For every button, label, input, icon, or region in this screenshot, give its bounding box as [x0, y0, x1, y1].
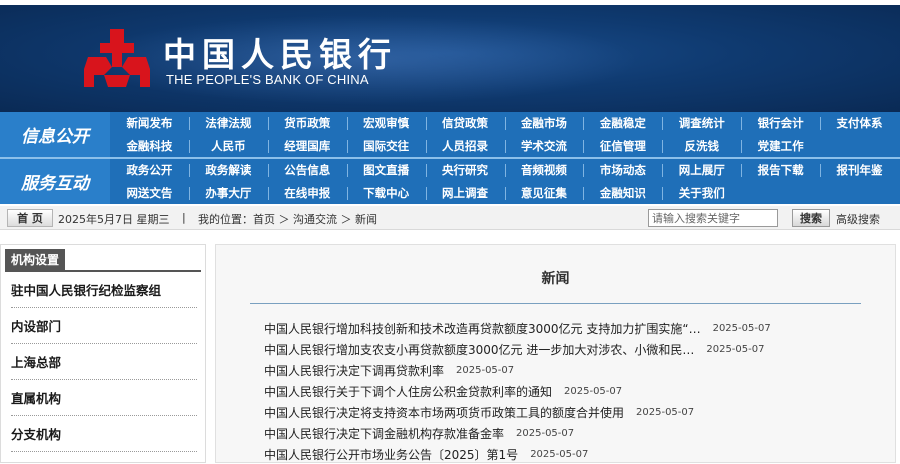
news-date: 2025-05-07 — [516, 427, 575, 439]
current-date: 2025年5月7日 星期三 — [58, 213, 170, 226]
nav-link[interactable]: 音频视频 — [504, 159, 584, 181]
site-title-en[interactable]: THE PEOPLE'S BANK OF CHINA — [166, 72, 369, 87]
news-title-link[interactable]: 中国人民银行决定下调再贷款利率 — [264, 362, 444, 379]
news-list-item: 中国人民银行公开市场业务公告〔2025〕第1号 2025-05-07 — [264, 444, 588, 464]
pboc-emblem-icon — [84, 29, 150, 87]
main-navigation: 信息公开 服务互动 新闻发布 法律法规 货币政策 宏观审慎 信贷政策 金融市场 金融稳定 调查… — [0, 112, 900, 204]
breadcrumb-separator: | — [182, 211, 186, 224]
nav-link[interactable]: 党建工作 — [741, 135, 820, 157]
nav-link[interactable]: 报告下载 — [741, 159, 820, 181]
nav-link[interactable]: 金融稳定 — [583, 112, 662, 134]
nav-link[interactable]: 政务解读 — [188, 159, 268, 181]
nav-link[interactable]: 新闻发布 — [110, 112, 189, 134]
sidebar-item-branches[interactable]: 分支机构 — [11, 416, 197, 452]
home-button[interactable]: 首 页 — [7, 209, 53, 227]
news-date: 2025-05-07 — [564, 385, 623, 397]
news-title-link[interactable]: 中国人民银行公开市场业务公告〔2025〕第1号 — [264, 446, 518, 463]
nav-block-info-disclosure: 信息公开 — [0, 112, 110, 157]
news-date: 2025-05-07 — [530, 448, 589, 460]
nav-link[interactable]: 央行研究 — [425, 159, 505, 181]
news-panel-title: 新闻 — [541, 271, 570, 287]
search-button[interactable]: 搜索 — [792, 209, 830, 227]
news-date: 2025-05-07 — [712, 322, 771, 334]
nav-block-service-interaction: 服务互动 — [0, 159, 110, 204]
nav-link[interactable]: 人民币 — [188, 135, 268, 157]
breadcrumb-bar: 首 页 2025年5月7日 星期三 | 我的位置：首页 ＞ 沟通交流 ＞ 新闻 … — [0, 206, 900, 230]
news-title-link[interactable]: 中国人民银行增加支农支小再贷款额度3000亿元 进一步加大对涉农、小微和民… — [264, 341, 694, 358]
sidebar-org-structure: 机构设置 驻中国人民银行纪检监察组 内设部门 上海总部 直属机构 分支机构 — [0, 244, 206, 463]
nav-link[interactable]: 报刊年鉴 — [820, 159, 899, 181]
news-title-link[interactable]: 中国人民银行增加科技创新和技术改造再贷款额度3000亿元 支持加力扩围实施“… — [264, 320, 701, 337]
sidebar-item-discipline-inspection[interactable]: 驻中国人民银行纪检监察组 — [11, 272, 197, 308]
nav-link[interactable]: 关于我们 — [662, 182, 741, 204]
nav-link[interactable]: 人员招录 — [425, 135, 505, 157]
news-date: 2025-05-07 — [636, 406, 695, 418]
news-title-link[interactable]: 中国人民银行决定将支持资本市场两项货币政策工具的额度合并使用 — [264, 404, 624, 421]
news-title-link[interactable]: 中国人民银行关于下调个人住房公积金贷款利率的通知 — [264, 383, 552, 400]
nav-link[interactable]: 支付体系 — [820, 112, 899, 134]
news-panel-divider — [250, 303, 861, 304]
nav-link[interactable]: 在线申报 — [267, 182, 347, 204]
nav-link[interactable]: 网上展厅 — [662, 159, 741, 181]
news-list-item: 中国人民银行决定下调金融机构存款准备金率 2025-05-07 — [264, 423, 574, 443]
nav-link[interactable]: 图文直播 — [346, 159, 426, 181]
sidebar-item-affiliated-institutions[interactable]: 直属机构 — [11, 380, 197, 416]
nav-link[interactable]: 市场动态 — [583, 159, 662, 181]
sidebar-item-shanghai-hq[interactable]: 上海总部 — [11, 344, 197, 380]
nav-link[interactable]: 法律法规 — [188, 112, 268, 134]
nav-link[interactable]: 信贷政策 — [425, 112, 505, 134]
nav-link[interactable]: 办事大厅 — [188, 182, 268, 204]
site-header: 中国人民银行 THE PEOPLE'S BANK OF CHINA — [0, 5, 900, 112]
search-input[interactable] — [648, 209, 778, 227]
nav-link[interactable]: 反洗钱 — [662, 135, 741, 157]
nav-link[interactable]: 学术交流 — [504, 135, 584, 157]
news-panel: 新闻 中国人民银行增加科技创新和技术改造再贷款额度3000亿元 支持加力扩围实施… — [215, 244, 896, 463]
nav-link[interactable]: 公告信息 — [267, 159, 347, 181]
sidebar-title: 机构设置 — [5, 249, 66, 270]
breadcrumb-location[interactable]: 我的位置：首页 ＞ 沟通交流 ＞ 新闻 — [198, 211, 377, 227]
news-title-link[interactable]: 中国人民银行决定下调金融机构存款准备金率 — [264, 425, 504, 442]
news-date: 2025-05-07 — [706, 343, 765, 355]
site-title-cn[interactable]: 中国人民银行 — [163, 37, 397, 73]
nav-link[interactable]: 网送文告 — [110, 182, 189, 204]
nav-link[interactable]: 国际交往 — [346, 135, 426, 157]
news-date: 2025-05-07 — [456, 364, 515, 376]
nav-link[interactable]: 金融知识 — [583, 182, 662, 204]
news-list-item: 中国人民银行增加科技创新和技术改造再贷款额度3000亿元 支持加力扩围实施“… … — [264, 318, 771, 338]
nav-link[interactable]: 银行会计 — [741, 112, 820, 134]
news-list-item: 中国人民银行决定下调再贷款利率 2025-05-07 — [264, 360, 514, 380]
nav-link[interactable]: 意见征集 — [504, 182, 584, 204]
news-list-item: 中国人民银行增加支农支小再贷款额度3000亿元 进一步加大对涉农、小微和民… 2… — [264, 339, 764, 359]
advanced-search-link[interactable]: 高级搜索 — [836, 211, 880, 227]
nav-link[interactable]: 征信管理 — [583, 135, 662, 157]
news-list-item: 中国人民银行关于下调个人住房公积金贷款利率的通知 2025-05-07 — [264, 381, 622, 401]
nav-link[interactable]: 宏观审慎 — [346, 112, 426, 134]
nav-link[interactable]: 经理国库 — [267, 135, 347, 157]
news-list-item: 中国人民银行决定将支持资本市场两项货币政策工具的额度合并使用 2025-05-0… — [264, 402, 694, 422]
nav-link[interactable]: 金融市场 — [504, 112, 584, 134]
sidebar-item-internal-departments[interactable]: 内设部门 — [11, 308, 197, 344]
nav-link[interactable]: 政务公开 — [110, 159, 189, 181]
nav-link[interactable]: 网上调查 — [425, 182, 505, 204]
nav-link[interactable]: 货币政策 — [267, 112, 347, 134]
nav-link[interactable]: 金融科技 — [110, 135, 189, 157]
nav-link[interactable]: 调查统计 — [662, 112, 741, 134]
nav-link[interactable]: 下载中心 — [346, 182, 426, 204]
